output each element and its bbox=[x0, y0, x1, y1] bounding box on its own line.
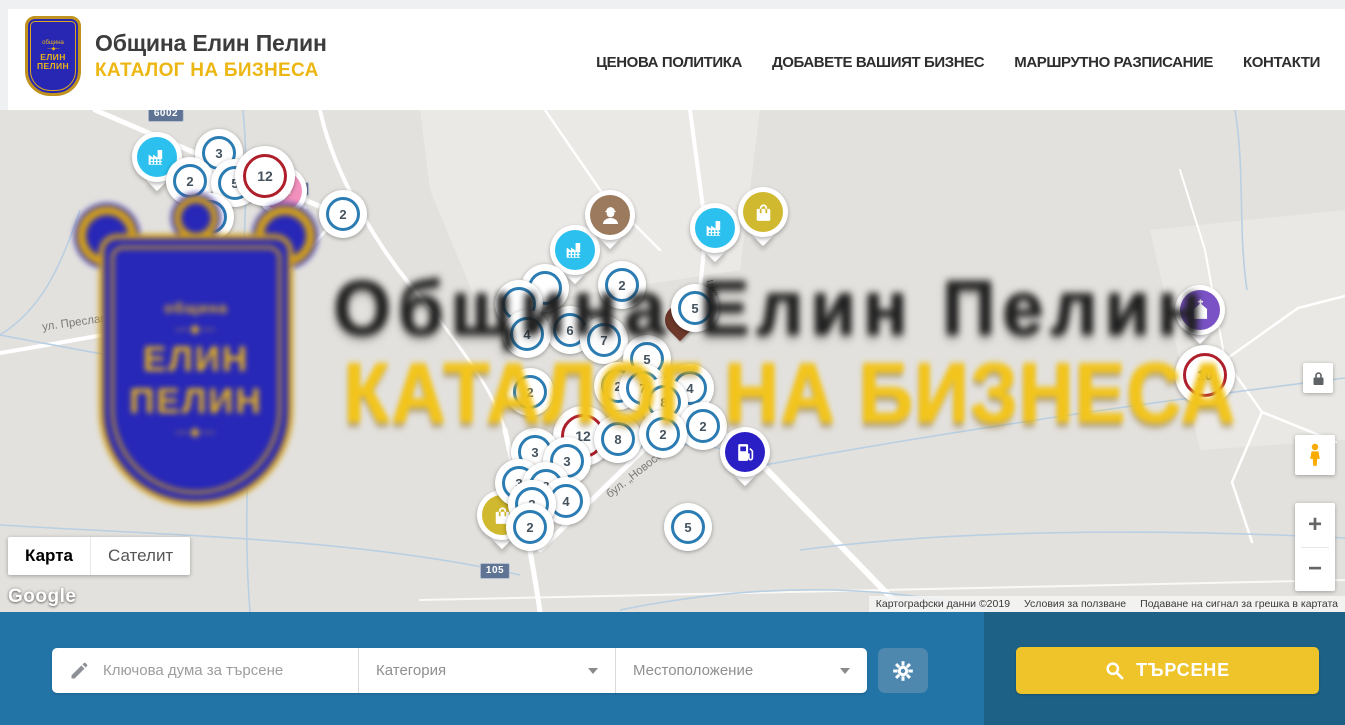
map-pin-church[interactable] bbox=[1175, 285, 1225, 335]
map-cluster-marker[interactable]: 2 bbox=[598, 261, 646, 309]
gear-icon bbox=[891, 659, 915, 683]
road-number-badge: 105 bbox=[480, 563, 510, 579]
google-logo[interactable]: Google bbox=[8, 586, 76, 608]
map-cluster-marker[interactable]: 2 bbox=[506, 503, 554, 551]
advanced-settings-button[interactable] bbox=[878, 648, 928, 693]
location-select-value: Местоположение bbox=[633, 662, 753, 679]
map-cluster-marker[interactable]: 2 bbox=[319, 190, 367, 238]
attribution-terms-link[interactable]: Условия за ползване bbox=[1024, 598, 1126, 610]
site-logo[interactable]: община —◆— ЕЛИН ПЕЛИН Община Елин Пелин … bbox=[25, 16, 327, 96]
map-cluster-marker[interactable]: 8 bbox=[594, 415, 642, 463]
main-nav: ЦЕНОВА ПОЛИТИКА ДОБАВЕТЕ ВАШИЯТ БИЗНЕС М… bbox=[596, 54, 1320, 71]
map-cluster-marker[interactable]: 2 bbox=[639, 410, 687, 458]
category-select[interactable]: Категория bbox=[358, 648, 615, 693]
location-select[interactable]: Местоположение bbox=[615, 648, 867, 693]
pegman-icon[interactable] bbox=[1295, 435, 1335, 475]
map-pin-factory[interactable] bbox=[690, 203, 740, 253]
map-pin-bag[interactable] bbox=[738, 187, 788, 237]
map-cluster-marker[interactable]: 5 bbox=[671, 284, 719, 332]
nav-pricing-policy[interactable]: ЦЕНОВА ПОЛИТИКА bbox=[596, 54, 742, 71]
search-button-label: ТЪРСЕНЕ bbox=[1136, 660, 1230, 681]
nav-route-schedule[interactable]: МАРШРУТНО РАЗПИСАНИЕ bbox=[1014, 54, 1213, 71]
keyword-segment bbox=[52, 648, 358, 693]
page-left-strip bbox=[0, 0, 8, 110]
municipality-emblem-icon: община —◆— ЕЛИН ПЕЛИН bbox=[25, 16, 81, 96]
chevron-down-icon bbox=[588, 668, 598, 674]
map-cluster-marker[interactable]: 4 bbox=[503, 310, 551, 358]
map-cluster-marker[interactable]: 2 bbox=[506, 368, 554, 416]
search-bar: Категория Местоположение ТЪРСЕН bbox=[0, 612, 1345, 725]
emblem-name-line2: ПЕЛИН bbox=[37, 62, 69, 72]
pencil-icon bbox=[69, 661, 89, 681]
map-cluster-marker[interactable]: 12 bbox=[235, 146, 295, 206]
attribution-report-error-link[interactable]: Подаване на сигнал за грешка в картата bbox=[1140, 598, 1338, 610]
map-type-map-button[interactable]: Карта bbox=[8, 537, 90, 575]
map-cluster-marker[interactable]: 10 bbox=[1175, 345, 1235, 405]
zoom-control: + − bbox=[1295, 503, 1335, 591]
search-icon bbox=[1105, 661, 1124, 680]
nav-add-your-business[interactable]: ДОБАВЕТЕ ВАШИЯТ БИЗНЕС bbox=[772, 54, 984, 71]
header: община —◆— ЕЛИН ПЕЛИН Община Елин Пелин … bbox=[0, 0, 1345, 110]
nav-contacts[interactable]: КОНТАКТИ bbox=[1243, 54, 1320, 71]
brand-text: Община Елин Пелин КАТАЛОГ НА БИЗНЕСА bbox=[95, 30, 327, 82]
map-canvas[interactable]: 325122256475274282128233384325106002105у… bbox=[0, 110, 1345, 612]
map-type-satellite-button[interactable]: Сателит bbox=[90, 537, 190, 575]
page-top-strip bbox=[0, 0, 1345, 9]
site-subtitle: КАТАЛОГ НА БИЗНЕСА bbox=[95, 60, 327, 82]
attribution-copyright: Картографски данни ©2019 bbox=[876, 598, 1010, 610]
map-pin-worker[interactable] bbox=[585, 190, 635, 240]
zoom-in-button[interactable]: + bbox=[1295, 503, 1335, 547]
map-cluster-marker[interactable]: 2 bbox=[679, 402, 727, 450]
site-title: Община Елин Пелин bbox=[95, 30, 327, 57]
map-pin-fuel[interactable] bbox=[720, 427, 770, 477]
map-cluster-marker[interactable]: 5 bbox=[664, 503, 712, 551]
lock-icon[interactable] bbox=[1303, 363, 1333, 393]
map-cluster-marker[interactable] bbox=[186, 193, 234, 241]
category-select-value: Категория bbox=[376, 662, 446, 679]
search-button[interactable]: ТЪРСЕНЕ bbox=[1016, 647, 1319, 694]
chevron-down-icon bbox=[840, 668, 850, 674]
keyword-search-input[interactable] bbox=[101, 661, 345, 680]
zoom-out-button[interactable]: − bbox=[1295, 548, 1335, 592]
map-cluster-marker[interactable]: 7 bbox=[580, 316, 628, 364]
map-attribution: Картографски данни ©2019 Условия за полз… bbox=[869, 596, 1345, 612]
search-controls: Категория Местоположение bbox=[52, 648, 867, 693]
road-number-badge: 6002 bbox=[148, 110, 184, 122]
map-type-control: Карта Сателит bbox=[8, 537, 190, 575]
